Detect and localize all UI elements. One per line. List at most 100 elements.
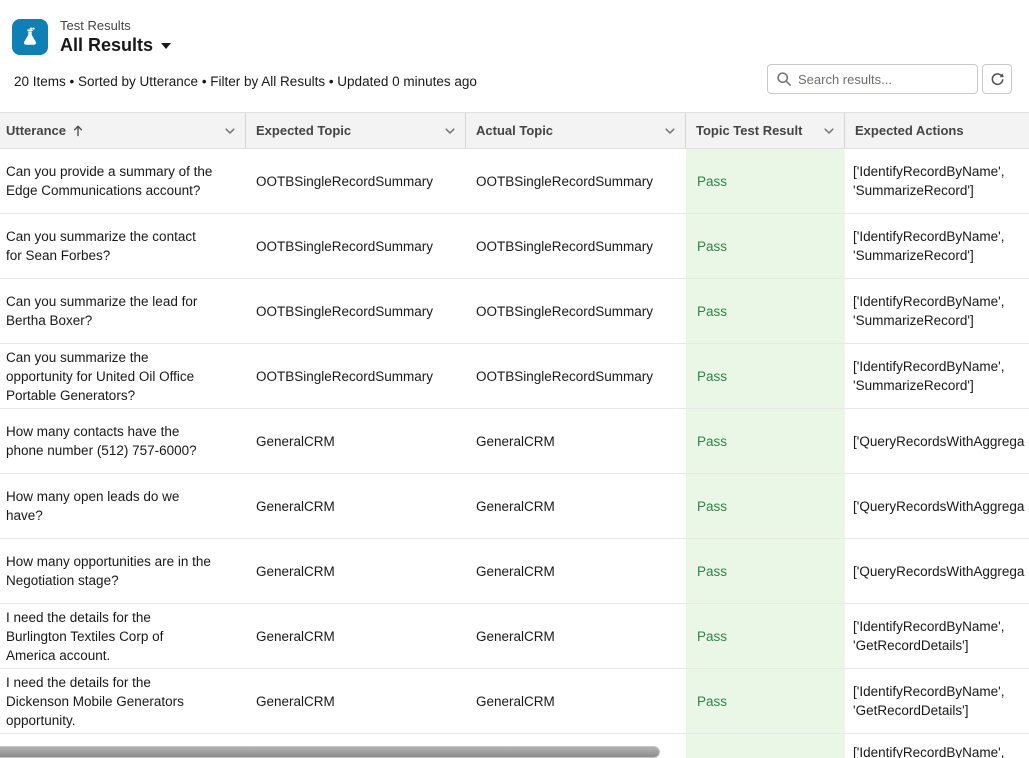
search-input[interactable]: [767, 64, 978, 94]
chevron-down-icon[interactable]: [443, 124, 457, 138]
expected-actions-text: ['QueryRecordsWithAggrega: [853, 497, 1024, 516]
expected-actions-cell: ['IdentifyRecordByName', 'GetRecordDetai…: [845, 669, 1029, 733]
actual-topic-cell: GeneralCRM: [466, 409, 686, 473]
table-header-row: Utterance Expected Topic: [0, 112, 1029, 149]
expected-topic-cell: GeneralCRM: [246, 669, 466, 733]
column-label: Expected Actions: [855, 123, 964, 138]
utterance-cell: I need the details for the Burlington Te…: [0, 604, 246, 668]
topic-test-result-cell: Pass: [686, 344, 845, 408]
expected-actions-cell: ['QueryRecordsWithAggrega: [845, 539, 1029, 603]
utterance-text: Can you summarize the opportunity for Un…: [6, 348, 214, 405]
expected-actions-cell: ['IdentifyRecordByName', 'SummarizeRecor…: [845, 279, 1029, 343]
chevron-down-icon[interactable]: [663, 124, 677, 138]
result-badge: Pass: [697, 692, 727, 711]
expected-actions-cell: ['IdentifyRecordByName', 'SummarizeRecor…: [845, 214, 1029, 278]
utterance-text: Can you summarize the lead for Bertha Bo…: [6, 292, 214, 330]
caret-down-icon: [161, 43, 171, 49]
table-row[interactable]: I need the details for the Dickenson Mob…: [0, 669, 1029, 734]
topic-test-result-cell: Pass: [686, 214, 845, 278]
expected-actions-text: ['QueryRecordsWithAggrega: [853, 562, 1024, 581]
actual-topic-text: GeneralCRM: [476, 432, 555, 451]
list-view-selector[interactable]: All Results: [60, 34, 171, 56]
table-row[interactable]: Can you provide a summary of the Edge Co…: [0, 149, 1029, 214]
expected-topic-cell: GeneralCRM: [246, 539, 466, 603]
chevron-down-icon[interactable]: [822, 124, 836, 138]
table-row[interactable]: How many contacts have the phone number …: [0, 409, 1029, 474]
actual-topic-text: OOTBSingleRecordSummary: [476, 367, 653, 386]
column-label: Expected Topic: [256, 123, 351, 138]
refresh-button[interactable]: [982, 64, 1012, 94]
utterance-cell: How many opportunities are in the Negoti…: [0, 539, 246, 603]
utterance-cell: How many open leads do we have?: [0, 474, 246, 538]
search-box: [767, 64, 978, 94]
actual-topic-cell: OOTBSingleRecordSummary: [466, 279, 686, 343]
utterance-cell: How many contacts have the phone number …: [0, 409, 246, 473]
actual-topic-cell: GeneralCRM: [466, 539, 686, 603]
utterance-text: I need the details for the Dickenson Mob…: [6, 673, 214, 730]
expected-actions-cell: ['QueryRecordsWithAggrega: [845, 409, 1029, 473]
column-header-expected-topic[interactable]: Expected Topic: [246, 113, 466, 148]
table-row[interactable]: Can you summarize the contact for Sean F…: [0, 214, 1029, 279]
column-header-expected-actions[interactable]: Expected Actions: [845, 113, 1029, 148]
utterance-text: Can you summarize the contact for Sean F…: [6, 227, 214, 265]
result-badge: Pass: [697, 237, 727, 256]
column-header-topic-test-result[interactable]: Topic Test Result: [686, 113, 845, 148]
expected-topic-text: GeneralCRM: [256, 627, 335, 646]
table-row[interactable]: How many opportunities are in the Negoti…: [0, 539, 1029, 604]
refresh-icon: [990, 72, 1005, 87]
column-header-actual-topic[interactable]: Actual Topic: [466, 113, 686, 148]
result-badge: Pass: [697, 432, 727, 451]
list-view-name: All Results: [60, 34, 153, 56]
expected-actions-text: ['IdentifyRecordByName',: [853, 743, 1004, 758]
title-block: Test Results All Results: [60, 18, 171, 56]
utterance-text: How many opportunities are in the Negoti…: [6, 552, 214, 590]
expected-actions-text: ['IdentifyRecordByName', 'GetRecordDetai…: [853, 682, 1029, 720]
table-row[interactable]: Can you summarize the lead for Bertha Bo…: [0, 279, 1029, 344]
expected-actions-text: ['IdentifyRecordByName', 'SummarizeRecor…: [853, 227, 1029, 265]
actual-topic-text: GeneralCRM: [476, 497, 555, 516]
utterance-text: How many contacts have the phone number …: [6, 422, 214, 460]
actual-topic-cell: OOTBSingleRecordSummary: [466, 214, 686, 278]
chevron-down-icon[interactable]: [223, 124, 237, 138]
expected-actions-text: ['IdentifyRecordByName', 'SummarizeRecor…: [853, 292, 1029, 330]
expected-topic-text: GeneralCRM: [256, 692, 335, 711]
expected-topic-text: GeneralCRM: [256, 497, 335, 516]
flask-icon: [12, 19, 48, 55]
horizontal-scrollbar-thumb[interactable]: [0, 746, 660, 758]
expected-topic-text: OOTBSingleRecordSummary: [256, 367, 433, 386]
sort-ascending-icon: [72, 124, 84, 137]
topic-test-result-cell: Pass: [686, 409, 845, 473]
table-row[interactable]: How many open leads do we have? GeneralC…: [0, 474, 1029, 539]
expected-actions-cell: ['QueryRecordsWithAggrega: [845, 474, 1029, 538]
actual-topic-text: GeneralCRM: [476, 562, 555, 581]
expected-actions-cell: ['IdentifyRecordByName',: [845, 734, 1029, 758]
expected-actions-text: ['IdentifyRecordByName', 'GetRecordDetai…: [853, 617, 1029, 655]
list-summary: 20 Items • Sorted by Utterance • Filter …: [14, 72, 477, 91]
column-header-utterance[interactable]: Utterance: [0, 113, 246, 148]
utterance-cell: I need the details for the Dickenson Mob…: [0, 669, 246, 733]
table-row[interactable]: I need the details for the Burlington Te…: [0, 604, 1029, 669]
actual-topic-text: GeneralCRM: [476, 627, 555, 646]
utterance-text: How many open leads do we have?: [6, 487, 214, 525]
result-badge: Pass: [697, 172, 727, 191]
actual-topic-text: OOTBSingleRecordSummary: [476, 172, 653, 191]
expected-topic-text: OOTBSingleRecordSummary: [256, 237, 433, 256]
page-header: Test Results All Results: [0, 0, 1029, 62]
expected-topic-cell: OOTBSingleRecordSummary: [246, 214, 466, 278]
expected-topic-text: GeneralCRM: [256, 432, 335, 451]
result-badge: Pass: [697, 497, 727, 516]
topic-test-result-cell: Pass: [686, 539, 845, 603]
expected-actions-cell: ['IdentifyRecordByName', 'SummarizeRecor…: [845, 344, 1029, 408]
entity-label: Test Results: [60, 18, 171, 34]
expected-actions-cell: ['IdentifyRecordByName', 'SummarizeRecor…: [845, 149, 1029, 213]
expected-topic-text: OOTBSingleRecordSummary: [256, 172, 433, 191]
actual-topic-text: OOTBSingleRecordSummary: [476, 302, 653, 321]
table-row[interactable]: Can you summarize the opportunity for Un…: [0, 344, 1029, 409]
topic-test-result-cell: Pass: [686, 669, 845, 733]
expected-topic-cell: GeneralCRM: [246, 409, 466, 473]
result-badge: Pass: [697, 562, 727, 581]
expected-actions-cell: ['IdentifyRecordByName', 'GetRecordDetai…: [845, 604, 1029, 668]
test-results-page: Test Results All Results 20 Items • Sort…: [0, 0, 1029, 758]
expected-actions-text: ['QueryRecordsWithAggrega: [853, 432, 1024, 451]
result-badge: Pass: [697, 367, 727, 386]
